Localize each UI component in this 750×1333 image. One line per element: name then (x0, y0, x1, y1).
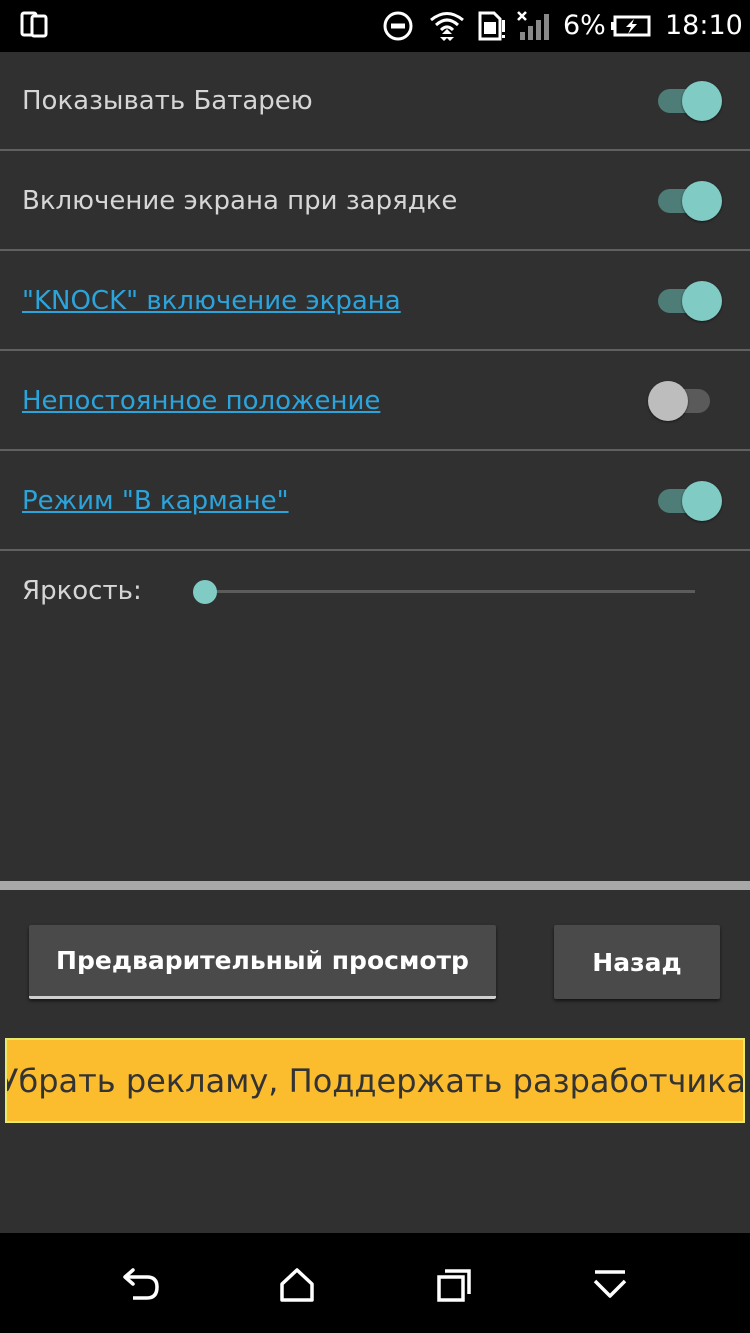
setting-label: Показывать Батарею (22, 85, 313, 116)
recents-app-icon (20, 11, 48, 38)
screen-on-charging-toggle[interactable] (654, 179, 722, 223)
back-icon (123, 1268, 159, 1300)
recents-icon (437, 1269, 471, 1302)
setting-label: Включение экрана при зарядке (22, 185, 458, 216)
nav-hide-button[interactable] (585, 1263, 635, 1307)
setting-row-variable-position[interactable]: Непостоянное положение (0, 352, 750, 451)
nav-home-button[interactable] (272, 1263, 322, 1307)
brightness-slider-track[interactable] (205, 590, 695, 593)
setting-row-pocket-mode[interactable]: Режим "В кармане" (0, 452, 750, 551)
back-button[interactable]: Назад (554, 925, 720, 999)
pocket-mode-toggle[interactable] (654, 479, 722, 523)
setting-row-screen-on-charging[interactable]: Включение экрана при зарядке (0, 152, 750, 251)
show-battery-toggle[interactable] (654, 79, 722, 123)
knock-link[interactable]: "KNOCK" включение экрана (22, 286, 401, 316)
hide-nav-icon (593, 1270, 627, 1298)
knock-toggle[interactable] (654, 279, 722, 323)
section-divider (0, 881, 750, 890)
nav-recents-button[interactable] (428, 1263, 478, 1307)
banner-text: Убрать рекламу, Поддержать разработчика (5, 1061, 745, 1100)
navigation-bar (0, 1233, 750, 1333)
status-bar: 6% 18:10 (0, 0, 750, 52)
brightness-label: Яркость: (22, 576, 142, 606)
home-icon (280, 1268, 314, 1302)
battery-percent: 6% (563, 10, 606, 41)
clock: 18:10 (665, 10, 743, 41)
signal-icon (517, 11, 549, 40)
nav-back-button[interactable] (116, 1263, 166, 1307)
do-not-disturb-icon (383, 11, 413, 41)
sim-card-icon (478, 11, 505, 41)
screen: 6% 18:10 Показывать Батарею Включение эк… (0, 0, 750, 1333)
preview-button[interactable]: Предварительный просмотр (29, 925, 496, 999)
wifi-icon (430, 12, 464, 41)
setting-row-show-battery[interactable]: Показывать Батарею (0, 52, 750, 151)
variable-position-link[interactable]: Непостоянное положение (22, 386, 380, 416)
battery-charging-icon (611, 15, 651, 37)
setting-row-knock[interactable]: "KNOCK" включение экрана (0, 252, 750, 351)
pocket-mode-link[interactable]: Режим "В кармане" (22, 486, 289, 516)
variable-position-toggle[interactable] (648, 379, 722, 423)
brightness-slider-thumb[interactable] (193, 580, 217, 604)
remove-ads-banner[interactable]: Убрать рекламу, Поддержать разработчика (5, 1038, 745, 1123)
